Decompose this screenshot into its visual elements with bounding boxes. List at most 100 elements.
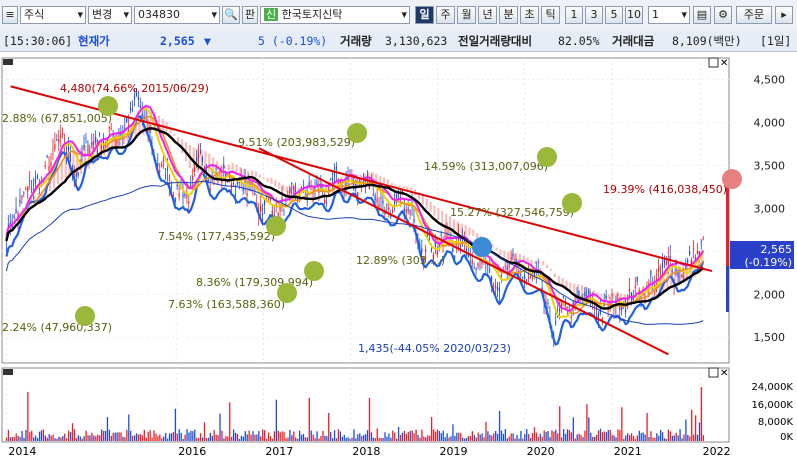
interval-button-5[interactable]: 5	[605, 6, 623, 24]
volume-bar	[665, 438, 668, 441]
candle-body	[161, 164, 163, 167]
candle-body	[223, 164, 225, 169]
candle-body	[170, 185, 172, 188]
volume-bar	[405, 433, 408, 441]
volume-bar	[485, 421, 487, 441]
period-button-4[interactable]: 분	[499, 6, 518, 24]
volume-bar	[685, 419, 687, 441]
menu-icon[interactable]: ≡	[2, 6, 18, 24]
candle-body	[611, 294, 613, 297]
save-icon[interactable]: ▤	[693, 6, 711, 24]
search-icon[interactable]: 🔍	[222, 6, 240, 24]
candle-body	[353, 184, 355, 186]
pan-label[interactable]: 판	[242, 6, 258, 24]
interval-input[interactable]: 1 ▾	[648, 6, 690, 24]
volume-bar	[683, 434, 685, 441]
volume-bar	[69, 432, 72, 441]
period-button-0[interactable]: 일	[415, 6, 434, 24]
panel-maximize-icon[interactable]	[708, 57, 719, 68]
candle-body	[44, 165, 46, 167]
interval-button-3[interactable]: 3	[585, 6, 603, 24]
volume-maximize-icon[interactable]	[708, 367, 719, 378]
volume-bar	[44, 435, 46, 441]
credit-badge: 신	[264, 8, 279, 21]
candle-body	[52, 149, 54, 151]
volume-bar	[621, 407, 623, 441]
candle-body	[444, 236, 446, 238]
period-button-1[interactable]: 주	[436, 6, 455, 24]
ichimoku-cloud-bar	[227, 164, 230, 172]
candle-body	[531, 277, 534, 279]
volume-bar	[364, 434, 367, 441]
candle-body	[430, 248, 433, 251]
gear-icon[interactable]: ⚙	[714, 6, 732, 24]
period-button-5[interactable]: 초	[520, 6, 539, 24]
volume-bar	[166, 438, 169, 441]
volume-bar	[440, 433, 442, 441]
volume-bar	[421, 429, 423, 441]
volume-value: 3,130,623	[385, 34, 448, 48]
volume-bar	[566, 429, 569, 441]
ichimoku-cloud-bar	[518, 253, 522, 261]
panel-close-icon[interactable]: ✕	[720, 58, 728, 69]
interval-button-10[interactable]: 10	[625, 6, 643, 24]
candle-body	[48, 166, 50, 172]
candle-body	[512, 254, 514, 257]
chart-area[interactable]: 4,5004,0003,5003,0002,5002,0001,50024,00…	[0, 52, 797, 460]
volume-bar	[186, 429, 188, 441]
period-button-3[interactable]: 년	[478, 6, 497, 24]
volume-bar	[403, 430, 406, 441]
candle-body	[98, 133, 101, 135]
volume-bar	[227, 436, 229, 441]
scroll-icon[interactable]: ▸	[775, 6, 793, 24]
candle-body	[182, 194, 184, 198]
volume-bar	[679, 429, 681, 441]
volume-bar	[522, 438, 524, 441]
ichimoku-cloud-bar	[472, 229, 475, 237]
candle-body	[131, 109, 134, 111]
candle-body	[644, 298, 646, 301]
candle-body	[494, 284, 497, 288]
volume-bar	[460, 433, 462, 441]
volume-bar	[491, 435, 493, 441]
volume-bar	[262, 429, 264, 441]
candle-body	[283, 210, 285, 212]
volume-bar	[363, 435, 365, 441]
volume-bar	[310, 430, 312, 441]
volume-bar	[442, 430, 444, 441]
volume-bar	[196, 437, 198, 441]
candle-body	[525, 279, 528, 281]
volume-bar	[619, 429, 621, 441]
volume-panel-minimize-icon[interactable]	[3, 369, 13, 375]
panel-minimize-icon[interactable]	[3, 59, 13, 65]
volume-bar	[38, 431, 41, 441]
volume-bar	[512, 433, 514, 441]
volume-bar	[535, 432, 538, 441]
period-button-2[interactable]: 월	[457, 6, 476, 24]
candle-body	[506, 266, 508, 270]
candle-body	[95, 137, 97, 142]
volume-close-icon[interactable]: ✕	[720, 368, 728, 379]
stock-name-field[interactable]: 신 한국토지신탁 ▾	[260, 6, 410, 24]
volume-bar	[275, 399, 277, 441]
interval-button-1[interactable]: 1	[565, 6, 583, 24]
candle-body	[27, 186, 29, 192]
market-select[interactable]: 주식 ▾	[20, 6, 86, 24]
volume-bar	[314, 438, 316, 441]
volume-bar	[495, 430, 497, 441]
candle-body	[465, 248, 468, 251]
volume-bar	[141, 435, 144, 441]
candle-body	[702, 238, 704, 240]
volume-bar	[238, 438, 241, 441]
candle-body	[110, 128, 112, 130]
volume-bar	[514, 438, 516, 441]
ichimoku-cloud-bar	[278, 182, 281, 189]
period-button-6[interactable]: 틱	[541, 6, 560, 24]
volume-bar	[425, 437, 427, 441]
volume-axis-label: 0K	[780, 432, 793, 443]
order-button[interactable]: 주문	[736, 6, 772, 24]
volume-bar	[172, 432, 175, 441]
candle-body	[520, 274, 522, 276]
stock-code-input[interactable]: 034830 ▾	[134, 6, 220, 24]
change-select[interactable]: 변경 ▾	[88, 6, 132, 24]
